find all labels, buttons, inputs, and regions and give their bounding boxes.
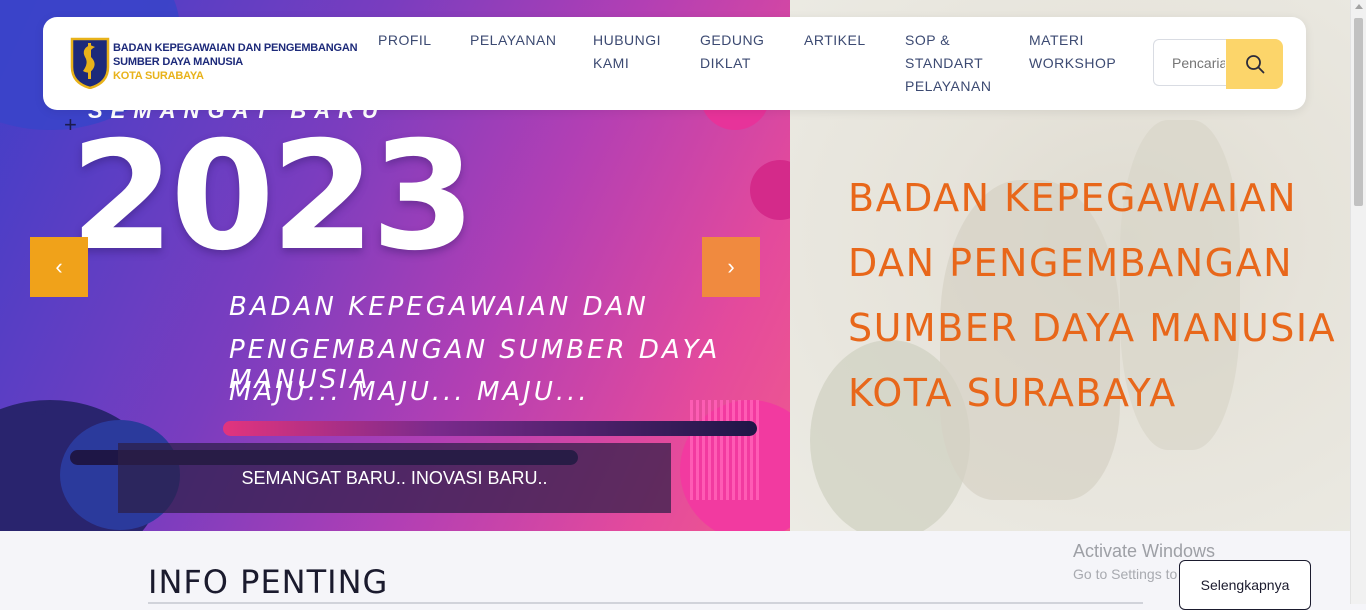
decor-blob	[750, 160, 790, 220]
decor-bar	[223, 421, 757, 436]
chevron-left-icon: ‹	[55, 254, 63, 279]
more-button-label: Selengkapnya	[1200, 577, 1290, 593]
slider-prev-button[interactable]: ‹	[30, 237, 88, 297]
hero-title-line: SUMBER DAYA MANUSIA	[848, 306, 1337, 350]
brand-name[interactable]: BADAN KEPEGAWAIAN DAN PENGEMBANGAN SUMBE…	[113, 41, 358, 83]
section-title: INFO PENTING	[148, 563, 389, 601]
page-scrollbar[interactable]	[1350, 0, 1366, 604]
brand-city: KOTA SURABAYA	[113, 70, 204, 82]
slide-line: MAJU... MAJU... MAJU...	[229, 377, 590, 407]
hero-title-line: BADAN KEPEGAWAIAN	[848, 176, 1297, 220]
windows-watermark-title: Activate Windows	[1073, 541, 1216, 561]
slide-line: BADAN KEPEGAWAIAN DAN	[229, 292, 649, 322]
search-icon	[1245, 55, 1264, 74]
nav-item-artikel[interactable]: ARTIKEL	[804, 29, 874, 52]
hero-title: BADAN KEPEGAWAIAN DAN PENGEMBANGAN SUMBE…	[848, 166, 1337, 426]
scroll-up-arrow-icon[interactable]	[1355, 4, 1363, 9]
nav-item-sop[interactable]: SOP & STANDART PELAYANAN	[905, 29, 995, 98]
nav-item-pelayanan[interactable]: PELAYANAN	[470, 29, 560, 52]
decor-hatch	[690, 400, 760, 500]
nav-item-gedung-diklat[interactable]: GEDUNG DIKLAT	[700, 29, 770, 75]
nav-item-materi-workshop[interactable]: MATERI WORKSHOP	[1029, 29, 1124, 75]
search-button[interactable]	[1226, 39, 1283, 89]
slide-caption-text: SEMANGAT BARU.. INOVASI BARU..	[241, 467, 548, 488]
search-input[interactable]	[1153, 39, 1227, 86]
slide-year: 2023	[70, 110, 475, 284]
nav-item-hubungi-kami[interactable]: HUBUNGI KAMI	[593, 29, 668, 75]
nav-item-profil[interactable]: PROFIL	[378, 29, 438, 52]
hero-title-line: KOTA SURABAYA	[848, 371, 1177, 415]
decor-dot	[36, 405, 46, 415]
more-button[interactable]: Selengkapnya	[1179, 560, 1311, 610]
brand-line: BADAN KEPEGAWAIAN DAN PENGEMBANGAN	[113, 42, 358, 54]
hero-title-line: DAN PENGEMBANGAN	[848, 241, 1294, 285]
brand-line: SUMBER DAYA MANUSIA	[113, 56, 244, 68]
surabaya-logo[interactable]	[69, 37, 111, 89]
slide-caption: SEMANGAT BARU.. INOVASI BARU..	[118, 443, 671, 513]
scrollbar-thumb[interactable]	[1354, 18, 1363, 206]
slider-next-button[interactable]: ›	[702, 237, 760, 297]
chevron-right-icon: ›	[727, 254, 735, 279]
navbar: BADAN KEPEGAWAIAN DAN PENGEMBANGAN SUMBE…	[43, 17, 1306, 110]
